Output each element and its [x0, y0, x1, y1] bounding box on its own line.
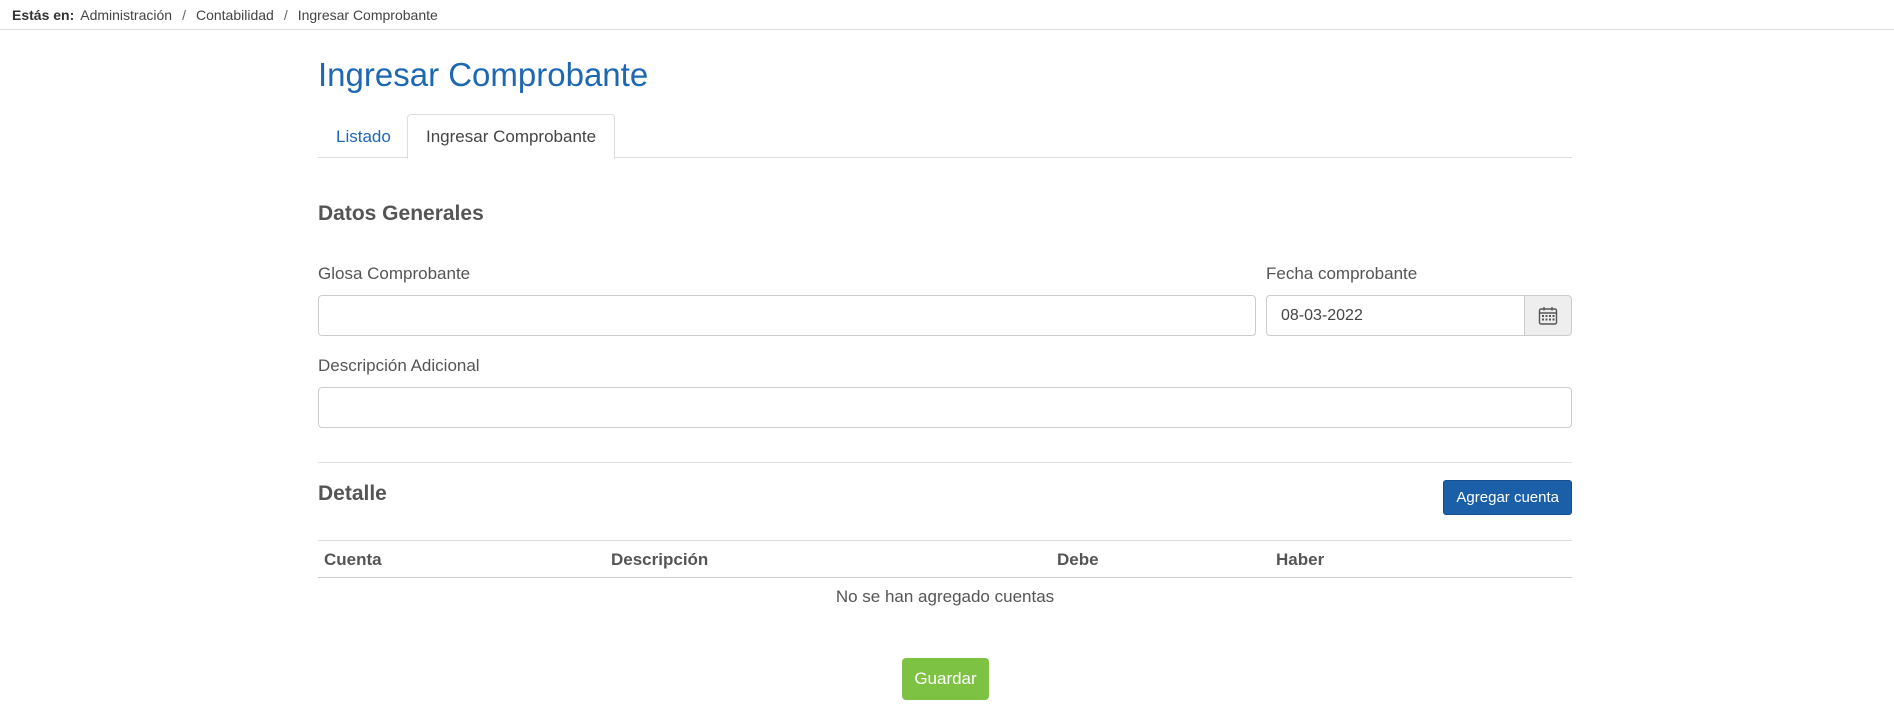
fecha-label: Fecha comprobante	[1266, 264, 1418, 283]
tab-listado[interactable]: Listado	[318, 114, 409, 159]
column-header-cuenta: Cuenta	[324, 549, 382, 569]
calendar-icon	[1538, 306, 1558, 325]
tab-ingresar-comprobante[interactable]: Ingresar Comprobante	[407, 114, 616, 159]
descripcion-input[interactable]	[318, 387, 1572, 428]
add-account-button[interactable]: Agregar cuenta	[1443, 480, 1572, 515]
tab-bar: Listado Ingresar Comprobante	[318, 114, 1572, 159]
fecha-date-picker	[1266, 295, 1572, 336]
page-title: Ingresar Comprobante	[318, 56, 649, 93]
breadcrumb-separator: /	[283, 6, 288, 23]
breadcrumb: Estás en: Administración / Contabilidad …	[0, 0, 1894, 30]
glosa-label: Glosa Comprobante	[318, 264, 471, 283]
descripcion-label: Descripción Adicional	[318, 356, 480, 375]
breadcrumb-separator: /	[182, 6, 186, 23]
save-button[interactable]: Guardar	[902, 658, 989, 700]
breadcrumb-item-administracion[interactable]: Administración	[80, 7, 172, 23]
breadcrumb-item-current: Ingresar Comprobante	[297, 6, 438, 23]
divider	[318, 462, 1572, 463]
detail-table: Cuenta Descripción Debe Haber No se han …	[318, 540, 1572, 616]
column-header-haber: Haber	[1276, 549, 1325, 569]
empty-table-message: No se han agregado cuentas	[835, 587, 1055, 606]
section-title-datos-generales: Datos Generales	[318, 202, 484, 225]
column-header-descripcion: Descripción	[611, 549, 709, 569]
glosa-input[interactable]	[318, 295, 1256, 336]
calendar-button[interactable]	[1524, 295, 1572, 336]
table-header: Cuenta Descripción Debe Haber	[318, 540, 1572, 578]
fecha-input[interactable]	[1266, 295, 1524, 336]
section-title-detalle: Detalle	[318, 482, 387, 505]
breadcrumb-item-contabilidad[interactable]: Contabilidad	[196, 7, 274, 23]
breadcrumb-lead: Estás en:	[12, 6, 75, 23]
column-header-debe: Debe	[1057, 549, 1099, 569]
